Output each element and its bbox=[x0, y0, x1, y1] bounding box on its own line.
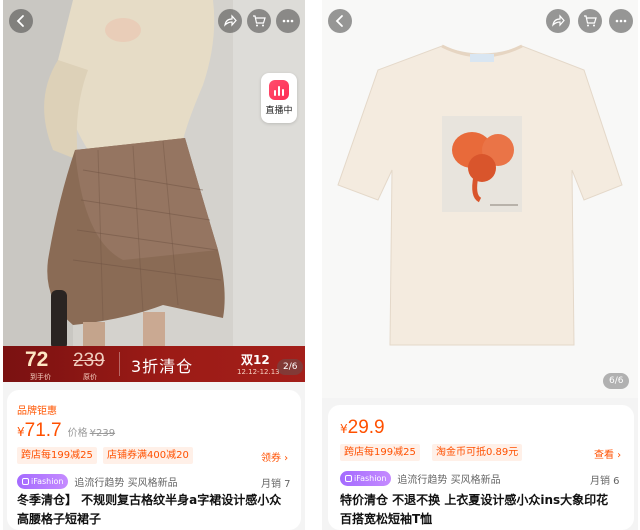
skirt-photo-illustration bbox=[3, 0, 305, 382]
image-counter: 6/6 bbox=[603, 373, 630, 389]
back-icon bbox=[16, 15, 24, 27]
monthly-sales: 月销 7 bbox=[261, 479, 291, 490]
live-stream-badge[interactable]: 直播中 bbox=[261, 73, 297, 123]
tshirt-photo-illustration bbox=[322, 0, 638, 398]
promo-event: 双12 bbox=[241, 353, 270, 367]
ifashion-icon bbox=[22, 478, 29, 485]
ifashion-badge[interactable]: iFashion bbox=[17, 474, 69, 489]
share-button[interactable] bbox=[218, 9, 242, 33]
cart-button[interactable] bbox=[578, 9, 602, 33]
back-button[interactable] bbox=[9, 9, 33, 33]
more-button[interactable] bbox=[276, 9, 300, 33]
price-value: 71.7 bbox=[24, 420, 62, 441]
price-value: 29.9 bbox=[347, 417, 385, 438]
brand-tag: 品牌钜惠 bbox=[17, 406, 57, 417]
share-icon bbox=[224, 14, 237, 27]
image-counter: 2/6 bbox=[277, 359, 304, 375]
price-label: 价格 bbox=[67, 428, 88, 439]
promo-text: 3折清仓 bbox=[131, 357, 194, 376]
share-button[interactable] bbox=[546, 9, 570, 33]
get-coupon-link[interactable]: 领券 › bbox=[261, 449, 288, 464]
product-info-card[interactable]: ¥ 29.9 跨店每199减25 淘金币可抵0.89元 查看 › iFashio… bbox=[328, 405, 634, 530]
promo-original-price: 239 bbox=[73, 350, 105, 371]
cart-icon bbox=[584, 15, 597, 27]
ifashion-label: iFashion bbox=[354, 474, 387, 483]
ifashion-icon bbox=[345, 475, 352, 482]
price-currency: ¥ bbox=[340, 422, 348, 436]
coupon-taojinbi[interactable]: 淘金币可抵0.89元 bbox=[432, 444, 523, 461]
more-button[interactable] bbox=[609, 9, 633, 33]
back-icon bbox=[335, 15, 343, 27]
live-label: 直播中 bbox=[265, 106, 293, 116]
cart-button[interactable] bbox=[247, 9, 271, 33]
right-product-panel: 6/6 ¥ 29.9 跨店每199减25 淘金币可抵0.89元 查看 › iFa… bbox=[322, 0, 638, 530]
tag-row: iFashion 追流行趋势 买风格新品 bbox=[17, 474, 178, 489]
original-price: ¥239 bbox=[89, 428, 116, 439]
more-icon bbox=[615, 19, 627, 23]
promo-price-label: 到手价 bbox=[30, 373, 51, 381]
coupon-cross-store[interactable]: 跨店每199减25 bbox=[340, 444, 420, 461]
cart-icon bbox=[253, 15, 266, 27]
price-currency: ¥ bbox=[17, 425, 25, 439]
monthly-sales: 月销 6 bbox=[590, 476, 620, 487]
product-title-line2[interactable]: 高腰格子短裙子 bbox=[17, 510, 101, 529]
left-product-panel: 直播中 72 到手价 239 原价 3折清仓 双12 12.12-12.13 2… bbox=[3, 0, 305, 530]
live-icon bbox=[269, 80, 289, 100]
ifashion-badge[interactable]: iFashion bbox=[340, 471, 392, 486]
tag-text: 追流行趋势 买风格新品 bbox=[397, 475, 501, 486]
promo-price: 72 bbox=[25, 348, 49, 371]
promo-divider bbox=[119, 352, 120, 376]
product-image-skirt[interactable] bbox=[3, 0, 305, 382]
product-title-line1[interactable]: 特价清仓 不退不换 上衣夏设计感小众ins大象印花 bbox=[340, 491, 608, 510]
coupon-store[interactable]: 店铺券满400减20 bbox=[103, 447, 193, 464]
product-info-card[interactable]: 品牌钜惠 ¥ 71.7 价格 ¥239 跨店每199减25 店铺券满400减20… bbox=[7, 390, 301, 530]
tag-text: 追流行趋势 买风格新品 bbox=[74, 478, 178, 489]
coupon-cross-store[interactable]: 跨店每199减25 bbox=[17, 447, 97, 464]
back-button[interactable] bbox=[328, 9, 352, 33]
share-icon bbox=[552, 14, 565, 27]
tag-row: iFashion 追流行趋势 买风格新品 bbox=[340, 471, 501, 486]
product-title-line2[interactable]: 百搭宽松短袖T恤 bbox=[340, 510, 432, 529]
promo-original-label: 原价 bbox=[83, 373, 97, 381]
view-link[interactable]: 查看 › bbox=[594, 446, 621, 461]
price-row: ¥ 29.9 bbox=[340, 417, 385, 439]
promo-banner[interactable]: 72 到手价 239 原价 3折清仓 双12 12.12-12.13 bbox=[3, 346, 305, 382]
more-icon bbox=[282, 19, 294, 23]
product-title-line1[interactable]: 冬季清仓】 不规则复古格纹半身a字裙设计感小众 bbox=[17, 491, 281, 510]
price-row: ¥ 71.7 价格 ¥239 bbox=[17, 420, 115, 442]
ifashion-label: iFashion bbox=[31, 477, 64, 486]
promo-dates: 12.12-12.13 bbox=[237, 368, 280, 376]
product-image-tshirt[interactable] bbox=[322, 0, 638, 398]
